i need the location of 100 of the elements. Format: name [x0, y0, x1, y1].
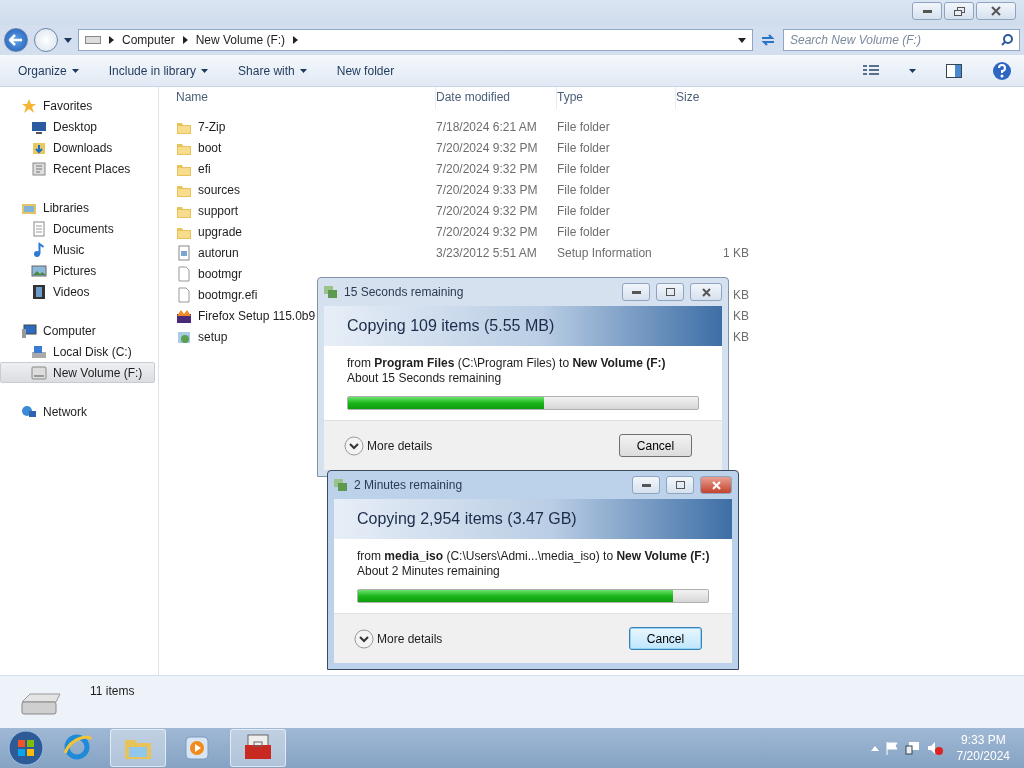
search-field[interactable]: Search New Volume (F:): [783, 29, 1020, 51]
type-cell: File folder: [557, 140, 610, 155]
column-header[interactable]: Size: [676, 87, 751, 109]
toolbar-button[interactable]: Include in library: [108, 63, 209, 78]
recent-icon: [31, 160, 47, 177]
column-header[interactable]: Date modified: [436, 87, 557, 109]
file-name-cell[interactable]: 7-Zip: [176, 116, 436, 137]
minimize-button[interactable]: [912, 2, 942, 20]
column-header[interactable]: Type: [557, 87, 676, 109]
nav-item[interactable]: Documents: [0, 218, 155, 239]
maximize-button[interactable]: [666, 476, 694, 494]
nav-item[interactable]: Computer: [0, 320, 155, 341]
forward-button[interactable]: [34, 28, 58, 52]
size-cell: KB: [733, 287, 749, 302]
address-bar[interactable]: Computer New Volume (F:): [78, 29, 753, 51]
type-cell: File folder: [557, 224, 610, 239]
date-cell: 7/20/2024 9:32 PM: [436, 224, 538, 239]
network-icon[interactable]: [904, 741, 921, 755]
file-name-cell[interactable]: upgrade: [176, 221, 436, 242]
minimize-button[interactable]: [622, 283, 650, 301]
date-cell: 7/18/2024 6:21 AM: [436, 119, 537, 134]
expand-icon: [354, 628, 374, 649]
document-icon: [31, 220, 47, 237]
file-name-cell[interactable]: boot: [176, 137, 436, 158]
time-remaining-text: About 15 Seconds remaining: [347, 371, 503, 385]
nav-item[interactable]: Desktop: [0, 116, 155, 137]
maximize-button[interactable]: [656, 283, 684, 301]
dropdown-arrow-icon: [909, 68, 916, 73]
nav-item[interactable]: New Volume (F:): [0, 362, 155, 383]
more-details-toggle[interactable]: More details: [354, 628, 443, 649]
preview-pane-icon[interactable]: [946, 63, 962, 78]
breadcrumb[interactable]: Computer: [122, 33, 175, 47]
nav-item[interactable]: Pictures: [0, 260, 155, 281]
file-name-cell[interactable]: autorun: [176, 242, 436, 263]
expand-icon: [344, 435, 364, 456]
column-header[interactable]: Name: [176, 87, 436, 109]
nav-item[interactable]: Network: [0, 401, 155, 422]
cancel-button[interactable]: Cancel: [629, 627, 702, 650]
taskbar-button[interactable]: [230, 729, 286, 767]
date-cell: 7/20/2024 9:32 PM: [436, 140, 538, 155]
toolbar-button[interactable]: Share with: [238, 63, 307, 78]
minimize-button[interactable]: [632, 476, 660, 494]
chevron-icon: [182, 36, 188, 44]
speaker-muted-icon[interactable]: [926, 741, 943, 755]
drive-icon: [31, 364, 47, 381]
close-button[interactable]: [690, 283, 722, 301]
time-remaining-text: About 2 Minutes remaining: [357, 564, 501, 578]
copy-icon: [324, 286, 338, 298]
dropdown-arrow-icon: [201, 68, 209, 73]
minimize-icon: [631, 290, 641, 294]
nav-item[interactable]: Favorites: [0, 95, 155, 116]
disk-icon: [31, 343, 47, 360]
nav-item[interactable]: Local Disk (C:): [0, 341, 155, 362]
size-cell: 1 KB: [723, 245, 749, 260]
view-options-icon[interactable]: [863, 64, 879, 77]
start-button[interactable]: [6, 729, 46, 767]
item-count: 11 items: [90, 684, 135, 700]
maximize-icon: [665, 288, 675, 296]
close-button[interactable]: [700, 476, 732, 494]
close-icon: [701, 287, 711, 297]
date-cell: 3/23/2012 5:51 AM: [436, 245, 537, 260]
chevron-icon: [109, 36, 114, 44]
dialog-title: 15 Seconds remaining: [344, 285, 465, 299]
restore-button[interactable]: [944, 2, 974, 20]
copy-heading: Copying 2,954 items (3.47 GB): [357, 510, 577, 528]
dropdown-arrow-icon[interactable]: [738, 37, 746, 43]
breadcrumb[interactable]: New Volume (F:): [195, 33, 286, 47]
file-name-cell[interactable]: sources: [176, 179, 436, 200]
dialog-title: 2 Minutes remaining: [354, 478, 464, 492]
maximize-icon: [675, 481, 685, 489]
file-name-cell[interactable]: efi: [176, 158, 436, 179]
dropdown-arrow-icon: [71, 68, 79, 73]
computer-icon: [21, 322, 37, 339]
toolbar-button[interactable]: Organize: [18, 63, 79, 78]
nav-item[interactable]: Downloads: [0, 137, 155, 158]
more-details-toggle[interactable]: More details: [344, 435, 433, 456]
close-icon: [711, 480, 721, 490]
nav-item[interactable]: Libraries: [0, 197, 155, 218]
dropdown-arrow-icon: [299, 68, 307, 73]
size-cell: KB: [733, 329, 749, 344]
file-name-cell[interactable]: bootmgr: [176, 263, 436, 284]
minimize-icon: [641, 483, 651, 487]
refresh-icon[interactable]: [759, 32, 777, 48]
search-icon: [1001, 34, 1013, 46]
size-cell: KB: [733, 308, 749, 323]
back-button[interactable]: [4, 28, 28, 52]
cancel-button[interactable]: Cancel: [619, 434, 692, 457]
copy-icon: [334, 479, 348, 491]
toolbar-button[interactable]: New folder: [336, 63, 395, 78]
copy-source-text: from media_iso (C:\Users\Admi...\media_iso) to New Volume (F:): [357, 549, 711, 563]
file-icon: [176, 265, 192, 282]
file-name-cell[interactable]: support: [176, 200, 436, 221]
history-dropdown-icon[interactable]: [64, 37, 72, 43]
close-button[interactable]: [976, 2, 1016, 20]
help-icon[interactable]: [992, 60, 1012, 81]
nav-item[interactable]: Recent Places: [0, 158, 155, 179]
nav-item[interactable]: Music: [0, 239, 155, 260]
nav-item[interactable]: Videos: [0, 281, 155, 302]
music-icon: [31, 241, 47, 258]
setupinfo-icon: [176, 244, 192, 261]
